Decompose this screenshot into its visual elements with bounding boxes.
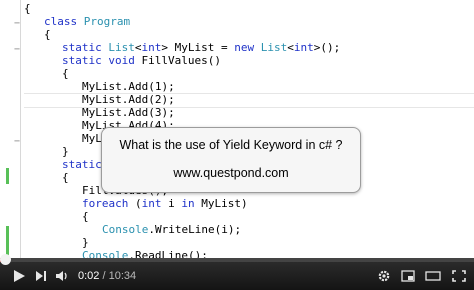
current-time: 0:02 xyxy=(78,270,100,282)
code-line: { xyxy=(62,171,69,184)
code-line: static List<int> MyList = new List<int>(… xyxy=(62,41,341,54)
code-line: } xyxy=(62,145,69,158)
fullscreen-icon xyxy=(452,270,466,282)
collapse-icon: − xyxy=(14,18,21,29)
code-line: { xyxy=(62,67,69,80)
play-icon xyxy=(14,270,25,282)
play-button[interactable] xyxy=(8,262,30,290)
code-line: class Program xyxy=(44,15,131,28)
code-line: static void FillValues() xyxy=(62,54,221,67)
video-player[interactable]: − − − { class Program { static List<int>… xyxy=(0,0,474,290)
collapse-icon: − xyxy=(14,136,21,147)
callout-question: What is the use of Yield Keyword in c# ? xyxy=(119,138,343,152)
code-line: } xyxy=(82,236,89,249)
gear-icon xyxy=(378,270,390,282)
next-icon xyxy=(36,271,46,281)
miniplayer-button[interactable] xyxy=(398,262,418,290)
volume-button[interactable] xyxy=(52,262,72,290)
question-callout: What is the use of Yield Keyword in c# ?… xyxy=(101,127,361,193)
miniplayer-icon xyxy=(401,270,415,282)
code-line: MyList.Add(3); xyxy=(82,106,175,119)
code-line: { xyxy=(24,2,31,15)
theater-icon xyxy=(425,271,441,281)
code-line: MyList.Add(2); xyxy=(82,93,175,106)
change-marker xyxy=(6,168,9,184)
next-button[interactable] xyxy=(32,262,50,290)
code-line: foreach (int i in MyList) xyxy=(82,197,248,210)
editor-margin-line xyxy=(20,0,21,262)
time-separator: / xyxy=(99,270,109,282)
collapse-icon: − xyxy=(14,44,21,55)
duration: 10:34 xyxy=(108,270,137,282)
code-line: { xyxy=(82,210,89,223)
code-line: Console.WriteLine(i); xyxy=(102,223,242,236)
volume-icon xyxy=(56,271,67,281)
settings-button[interactable] xyxy=(374,262,394,290)
time-display: 0:02 / 10:34 xyxy=(78,262,136,290)
callout-url: www.questpond.com xyxy=(173,166,289,180)
code-line: MyList.Add(1); xyxy=(82,80,175,93)
theater-mode-button[interactable] xyxy=(422,262,444,290)
code-line: { xyxy=(44,28,51,41)
fullscreen-button[interactable] xyxy=(448,262,470,290)
